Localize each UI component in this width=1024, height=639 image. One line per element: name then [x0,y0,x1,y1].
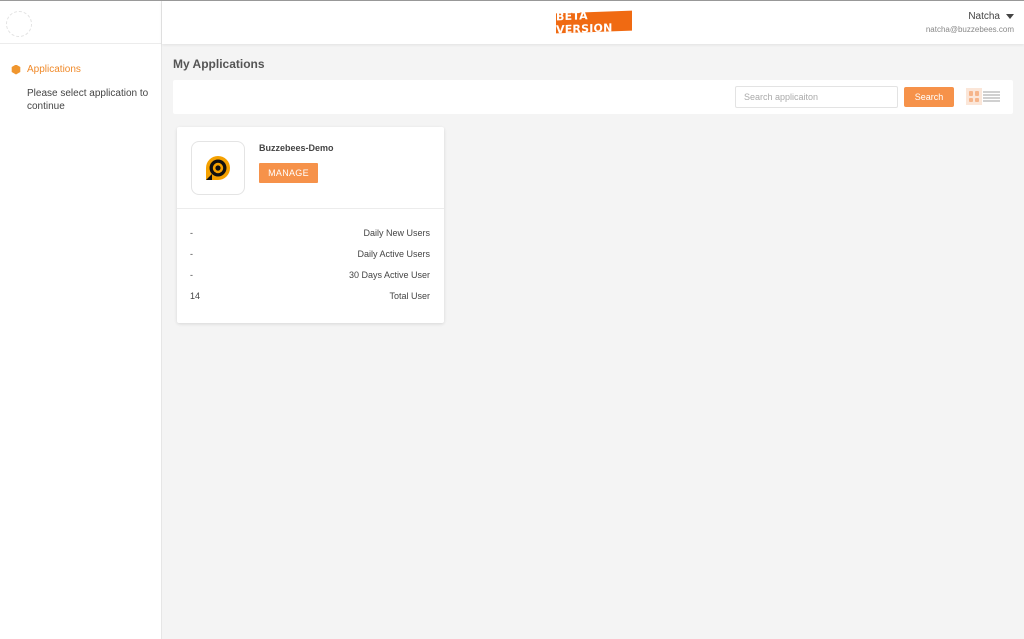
stat-row-total-user: 14 Total User [190,290,430,311]
sidebar-hint: Please select application to continue [27,88,149,112]
top-header: BETA VERSION Natcha natcha@buzzebees.com [162,1,1024,44]
user-menu[interactable]: Natcha natcha@buzzebees.com [926,11,1014,34]
app-card-header: Buzzebees-Demo MANAGE [177,127,444,209]
search-button[interactable]: Search [904,87,954,107]
stat-value: - [190,270,193,280]
sidebar-item-applications[interactable]: Applications [11,64,161,75]
list-view-icon[interactable] [983,88,1000,105]
logo-placeholder-icon [6,11,32,37]
search-input[interactable] [735,86,898,108]
stat-label: 30 Days Active User [348,270,430,280]
hexagon-icon [11,64,21,75]
grid-view-icon[interactable] [966,88,982,105]
page-title: My Applications [173,57,265,71]
app-name: Buzzebees-Demo [259,143,334,153]
view-toggle[interactable] [966,88,1000,106]
stat-row-daily-active-users: - Daily Active Users [190,248,430,269]
stat-label: Daily Active Users [357,249,430,259]
user-name: Natcha [968,11,1000,22]
sidebar: Applications Please select application t… [0,1,162,639]
sidebar-item-label: Applications [27,64,81,75]
beta-badge: BETA VERSION [556,9,632,36]
stat-label: Daily New Users [363,228,430,238]
user-email: natcha@buzzebees.com [925,25,1014,34]
user-name-row[interactable]: Natcha [926,11,1014,22]
caret-down-icon[interactable] [1006,14,1014,19]
app-card: Buzzebees-Demo MANAGE - Daily New Users … [177,127,444,323]
stat-value: - [190,228,193,238]
search-toolbar: Search [173,80,1013,114]
sidebar-logo-area [0,1,161,44]
app-stats: - Daily New Users - Daily Active Users -… [177,209,444,311]
app-window: Applications Please select application t… [0,0,1024,639]
stat-label: Total User [389,291,430,301]
stat-row-daily-new-users: - Daily New Users [190,227,430,248]
stat-value: - [190,249,193,259]
stat-value: 14 [190,291,201,301]
stat-row-30-days-active-user: - 30 Days Active User [190,269,430,290]
manage-button[interactable]: MANAGE [259,163,318,183]
app-logo-icon[interactable] [191,141,245,195]
main-content: My Applications Search applicaiton Searc… [162,45,1024,639]
